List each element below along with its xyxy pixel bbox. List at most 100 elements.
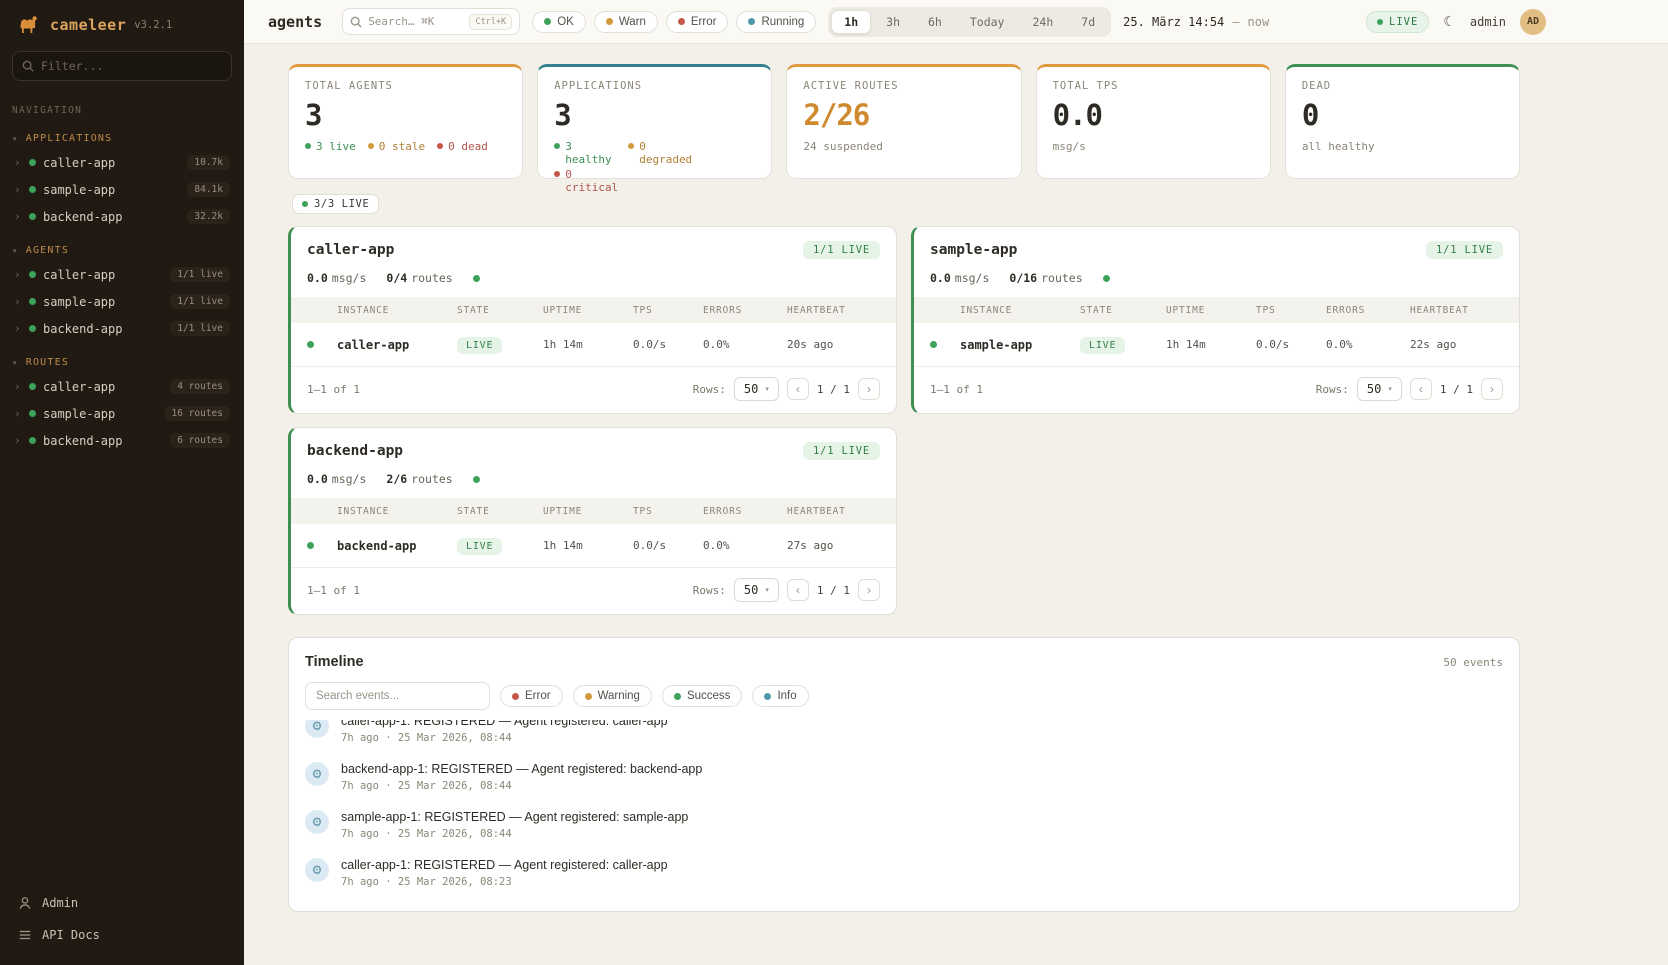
person-icon — [18, 896, 32, 910]
live-count-badge: 1/1 LIVE — [803, 442, 880, 460]
warn-dot — [606, 18, 613, 25]
timeline-event[interactable]: ⚙ caller-app-1: REGISTERED — Agent regis… — [289, 720, 1519, 753]
status-dot — [29, 410, 36, 417]
prev-page-button[interactable]: ‹ — [1410, 378, 1432, 400]
sidebar-item-routes-caller-app[interactable]: › caller-app 4 routes — [0, 373, 244, 400]
pager: Rows: 50 ▾ ‹ 1 / 1 › — [693, 578, 880, 602]
sidebar-item-app-caller-app[interactable]: › caller-app 10.7k — [0, 149, 244, 176]
time-range-1h[interactable]: 1h — [831, 10, 871, 34]
status-dot — [930, 341, 937, 348]
app-version: v3.2.1 — [134, 19, 172, 31]
table-row[interactable]: caller-app LIVE 1h 14m 0.0/s 0.0% 20s ag… — [291, 323, 896, 367]
status-dot — [29, 437, 36, 444]
avatar[interactable]: AD — [1520, 9, 1546, 35]
sidebar-filter — [12, 51, 232, 81]
prev-page-button[interactable]: ‹ — [787, 378, 809, 400]
filter-chip-warn[interactable]: Warn — [594, 11, 658, 33]
main-content: TOTAL AGENTS 3 3 live 0 stale 0 dead APP… — [244, 44, 1668, 965]
row-range: 1–1 of 1 — [307, 584, 360, 597]
chevron-right-icon: › — [14, 434, 22, 447]
pager: Rows: 50 ▾ ‹ 1 / 1 › — [1316, 377, 1503, 401]
live-toggle[interactable]: LIVE — [1366, 11, 1429, 33]
rows-per-page-select[interactable]: 50 ▾ — [734, 377, 779, 401]
count-badge: 1/1 live — [170, 321, 230, 336]
time-range-6h[interactable]: 6h — [915, 10, 955, 34]
status-dot — [29, 186, 36, 193]
time-range-3h[interactable]: 3h — [873, 10, 913, 34]
pager: Rows: 50 ▾ ‹ 1 / 1 › — [693, 377, 880, 401]
next-page-button[interactable]: › — [858, 579, 880, 601]
sidebar-item-api-docs[interactable]: API Docs — [0, 919, 244, 951]
app-card-sample-app: sample-app 1/1 LIVE 0.0msg/s 0/16routes … — [911, 226, 1520, 414]
chevron-right-icon: › — [14, 268, 22, 281]
sidebar-filter-input[interactable] — [41, 59, 222, 73]
chevron-right-icon: › — [14, 407, 22, 420]
sidebar-item-agent-sample-app[interactable]: › sample-app 1/1 live — [0, 288, 244, 315]
gear-icon: ⚙ — [305, 810, 329, 834]
count-badge: 32.2k — [187, 209, 230, 224]
filter-chip-running[interactable]: Running — [736, 11, 816, 33]
count-badge: 84.1k — [187, 182, 230, 197]
dark-mode-toggle-icon[interactable]: ☾ — [1443, 14, 1456, 30]
sidebar-item-routes-backend-app[interactable]: › backend-app 6 routes — [0, 427, 244, 454]
count-badge: 1/1 live — [170, 267, 230, 282]
timeline-event[interactable]: ⚙ backend-app-1: REGISTERED — Agent regi… — [289, 753, 1519, 801]
chevron-right-icon: › — [14, 295, 22, 308]
stat-value: 0 — [1302, 101, 1503, 130]
table-row[interactable]: sample-app LIVE 1h 14m 0.0/s 0.0% 22s ag… — [914, 323, 1519, 367]
timeline-filter-error[interactable]: Error — [500, 685, 563, 707]
table-row[interactable]: backend-app LIVE 1h 14m 0.0/s 0.0% 27s a… — [291, 524, 896, 568]
time-range-24h[interactable]: 24h — [1019, 10, 1066, 34]
date-range: 25. März 14:54 — now — [1123, 15, 1269, 29]
events-search-input[interactable] — [316, 690, 479, 702]
timeline-event[interactable]: ⚙ caller-app-1: REGISTERED — Agent regis… — [289, 849, 1519, 897]
sidebar-footer: Admin API Docs — [0, 887, 244, 965]
timeline-filter-info[interactable]: Info — [752, 685, 808, 707]
docs-icon — [18, 928, 32, 942]
search-icon — [350, 16, 362, 28]
top-bar-right: LIVE ☾ admin AD — [1366, 9, 1546, 35]
sidebar-item-app-backend-app[interactable]: › backend-app 32.2k — [0, 203, 244, 230]
sidebar-item-agent-backend-app[interactable]: › backend-app 1/1 live — [0, 315, 244, 342]
stale-dot — [368, 143, 374, 149]
time-range-7d[interactable]: 7d — [1068, 10, 1108, 34]
global-search-input[interactable] — [368, 15, 463, 28]
section-label: AGENTS — [26, 245, 69, 256]
count-badge: 16 routes — [165, 406, 230, 421]
chevron-right-icon: › — [14, 322, 22, 335]
timeline-filter-warning[interactable]: Warning — [573, 685, 652, 707]
rows-per-page-select[interactable]: 50 ▾ — [1357, 377, 1402, 401]
stat-card-active-routes: ACTIVE ROUTES 2/26 24 suspended — [786, 64, 1021, 179]
prev-page-button[interactable]: ‹ — [787, 579, 809, 601]
app-logo[interactable]: cameleer v3.2.1 — [0, 0, 244, 47]
page-indicator: 1 / 1 — [1440, 383, 1473, 396]
stat-value: 3 — [554, 101, 755, 130]
app-card-title: sample-app — [930, 242, 1017, 258]
timeline-filter-success[interactable]: Success — [662, 685, 742, 707]
range-start: 25. März 14:54 — [1123, 15, 1224, 29]
next-page-button[interactable]: › — [858, 378, 880, 400]
section-collapse-icon: ▾ — [13, 359, 18, 367]
filter-chip-ok[interactable]: OK — [532, 11, 586, 33]
row-range: 1–1 of 1 — [930, 383, 983, 396]
sidebar-item-app-sample-app[interactable]: › sample-app 84.1k — [0, 176, 244, 203]
sidebar-item-routes-sample-app[interactable]: › sample-app 16 routes — [0, 400, 244, 427]
success-dot — [674, 693, 681, 700]
sidebar-item-agent-caller-app[interactable]: › caller-app 1/1 live — [0, 261, 244, 288]
section-header-routes[interactable]: ▾ ROUTES — [13, 357, 228, 368]
events-search — [305, 682, 490, 710]
degraded-dot — [628, 143, 634, 149]
next-page-button[interactable]: › — [1481, 378, 1503, 400]
keyboard-shortcut-badge: Ctrl+K — [469, 14, 512, 30]
timeline-event[interactable]: ⚙ sample-app-1: REGISTERED — Agent regis… — [289, 801, 1519, 849]
section-header-applications[interactable]: ▾ APPLICATIONS — [13, 133, 228, 144]
filter-chip-error[interactable]: Error — [666, 11, 729, 33]
gear-icon: ⚙ — [305, 720, 329, 738]
gear-icon: ⚙ — [305, 858, 329, 882]
chevron-right-icon: › — [14, 156, 22, 169]
time-range-today[interactable]: Today — [957, 10, 1018, 34]
rows-per-page-select[interactable]: 50 ▾ — [734, 578, 779, 602]
count-badge: 4 routes — [170, 379, 230, 394]
section-header-agents[interactable]: ▾ AGENTS — [13, 245, 228, 256]
sidebar-item-admin[interactable]: Admin — [0, 887, 244, 919]
